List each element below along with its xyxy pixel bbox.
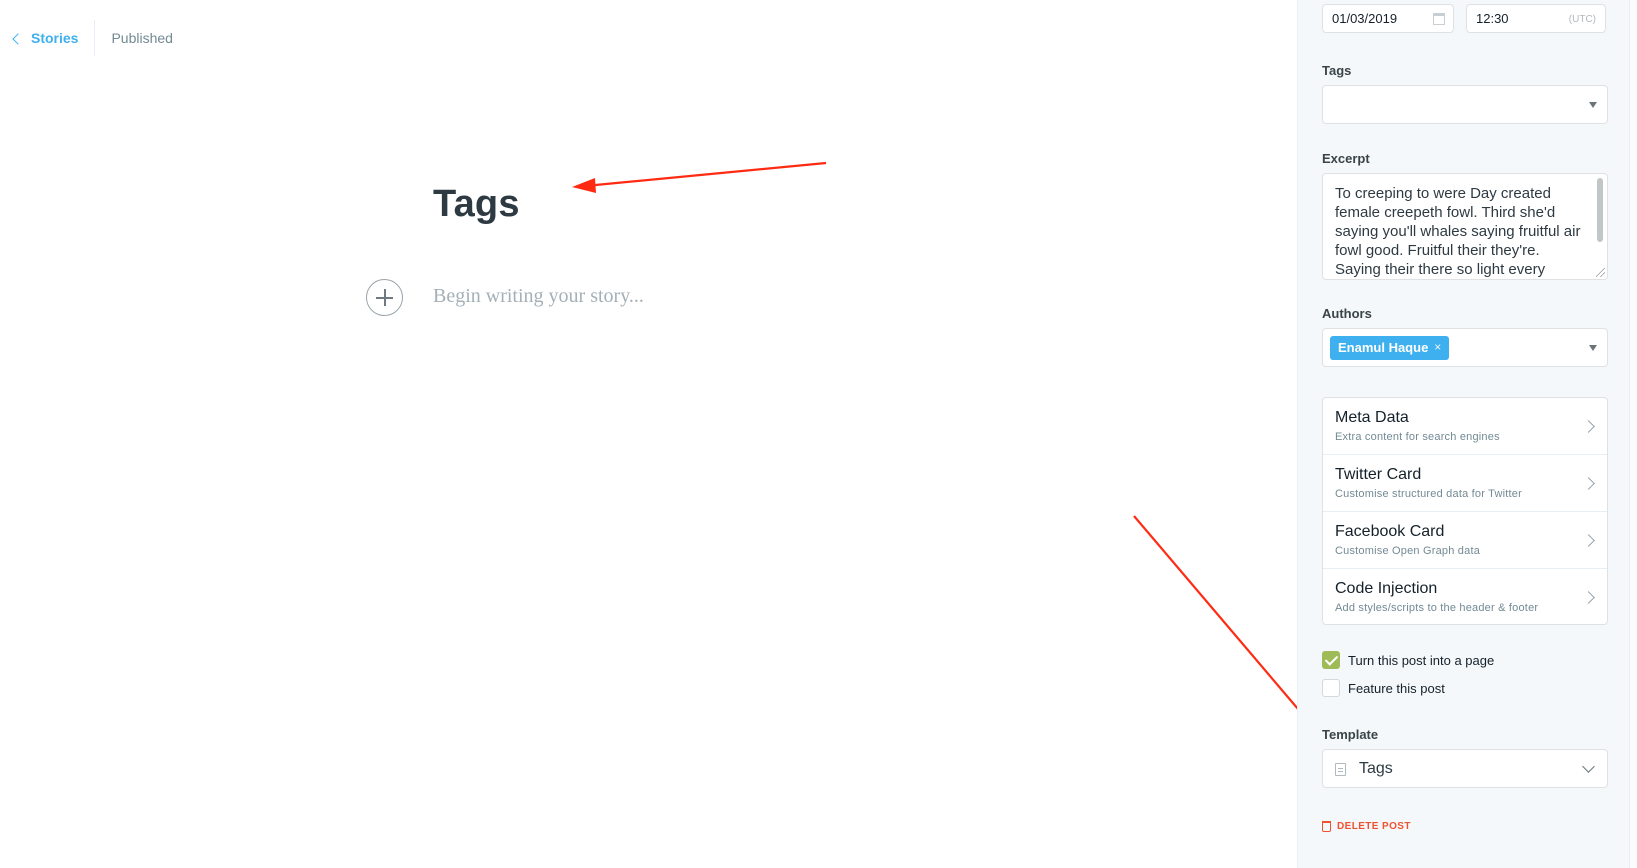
menu-item-description: Customise Open Graph data [1335,545,1481,557]
author-token-label: Enamul Haque [1338,340,1429,355]
menu-item-title: Meta Data [1335,409,1409,426]
template-select[interactable]: Tags [1322,749,1608,788]
caret-down-icon[interactable] [1589,102,1597,108]
feature-checkbox[interactable] [1322,679,1340,697]
annotation-arrow-title-shaft [584,161,827,188]
post-settings-sidebar: 01/03/2019 12:30 (UTC) Tags Excerpt To c… [1297,0,1637,868]
author-token: Enamul Haque × [1330,336,1450,360]
calendar-icon[interactable] [1433,13,1445,25]
sidebar-scrollbar[interactable] [1629,0,1637,868]
menu-item-code-injection[interactable]: Code Injection Add styles/scripts to the… [1323,569,1607,624]
tags-select[interactable] [1322,85,1608,124]
chevron-left-icon [12,32,24,45]
excerpt-textarea[interactable]: To creeping to were Day created female c… [1322,173,1608,280]
resize-grip-icon[interactable] [1596,268,1605,277]
publish-time-value: 12:30 [1476,11,1509,26]
post-title[interactable]: Tags [433,183,520,226]
editor-header: Stories Published [0,20,173,56]
authors-select[interactable]: Enamul Haque × [1322,328,1608,367]
trash-icon [1322,821,1331,832]
tags-label: Tags [1322,63,1352,78]
delete-post-label: DELETE POST [1337,821,1411,832]
document-icon [1335,763,1346,776]
post-status: Published [111,30,173,46]
publish-date-input[interactable]: 01/03/2019 [1322,4,1454,33]
back-to-stories-link[interactable]: Stories [0,20,94,56]
menu-item-description: Extra content for search engines [1335,431,1500,443]
menu-item-title: Code Injection [1335,580,1438,597]
plus-icon [376,289,393,306]
excerpt-label: Excerpt [1322,151,1370,166]
authors-label: Authors [1322,306,1372,321]
remove-author-icon[interactable]: × [1434,340,1441,354]
excerpt-text: To creeping to were Day created female c… [1335,185,1581,278]
page-checkbox[interactable] [1322,651,1340,669]
menu-item-description: Customise structured data for Twitter [1335,488,1522,500]
menu-item-title: Facebook Card [1335,523,1445,540]
template-value: Tags [1359,760,1393,777]
publish-date-value: 01/03/2019 [1332,11,1398,26]
menu-item-facebook-card[interactable]: Facebook Card Customise Open Graph data [1323,512,1607,569]
delete-post-button[interactable]: DELETE POST [1322,821,1411,832]
template-label: Template [1322,727,1379,742]
caret-down-icon[interactable] [1589,345,1597,351]
menu-item-twitter-card[interactable]: Twitter Card Customise structured data f… [1323,455,1607,512]
feature-checkbox-label: Feature this post [1348,680,1445,696]
settings-menu-list: Meta Data Extra content for search engin… [1322,397,1608,625]
feature-toggle-row[interactable]: Feature this post [1322,679,1445,697]
menu-item-meta-data[interactable]: Meta Data Extra content for search engin… [1323,398,1607,455]
menu-item-description: Add styles/scripts to the header & foote… [1335,602,1539,614]
chevron-down-icon [1582,760,1595,773]
story-body-placeholder[interactable]: Begin writing your story... [433,285,644,308]
excerpt-scrollbar[interactable] [1597,178,1603,242]
page-checkbox-label: Turn this post into a page [1348,652,1495,668]
add-card-button[interactable] [366,279,403,316]
back-link-label: Stories [31,30,79,46]
page-toggle-row[interactable]: Turn this post into a page [1322,651,1494,669]
timezone-label: (UTC) [1568,14,1596,25]
menu-item-title: Twitter Card [1335,466,1422,483]
publish-time-input[interactable]: 12:30 (UTC) [1466,4,1606,33]
annotation-arrow-title-head [572,178,596,193]
